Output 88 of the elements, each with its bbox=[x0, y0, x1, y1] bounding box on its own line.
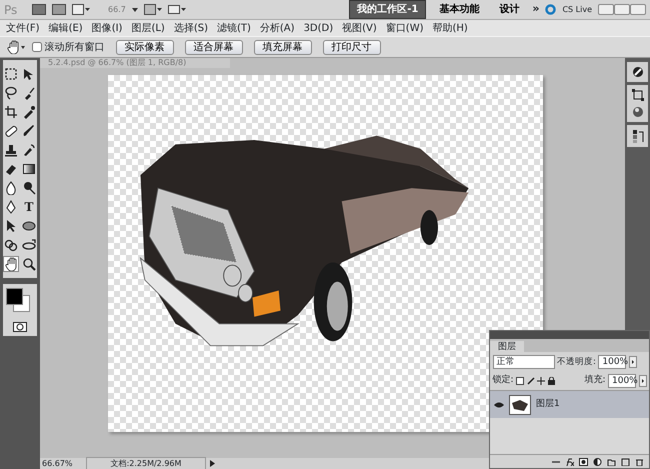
menu-item[interactable]: 图像(I) bbox=[92, 20, 122, 36]
brush-icon bbox=[22, 124, 36, 138]
panel-tab[interactable]: 图层 bbox=[490, 341, 524, 354]
sphere-icon[interactable] bbox=[632, 106, 644, 118]
layer-thumbnail bbox=[509, 394, 531, 414]
lock-icon[interactable] bbox=[548, 377, 555, 385]
opacity-field[interactable]: 100% bbox=[598, 355, 626, 369]
menu-item[interactable]: 分析(A) bbox=[260, 20, 295, 36]
workspace-button[interactable]: 我的工作区-1 bbox=[349, 0, 426, 19]
brush-presets-icon[interactable] bbox=[632, 66, 644, 78]
dodge-icon bbox=[22, 181, 36, 195]
hand-icon[interactable] bbox=[6, 40, 26, 54]
gradient-icon bbox=[22, 162, 36, 176]
hand-icon bbox=[4, 257, 18, 271]
tool-button[interactable] bbox=[3, 85, 19, 101]
tool-button[interactable] bbox=[21, 123, 37, 139]
layer-row[interactable]: 图层1 bbox=[490, 391, 649, 418]
document-info: 文档:2.25M/2.96M bbox=[86, 456, 206, 469]
tool-button[interactable] bbox=[21, 161, 37, 177]
more-workspaces[interactable]: » bbox=[532, 1, 540, 18]
pointer-arrow-icon bbox=[4, 219, 18, 233]
menu-item[interactable]: 选择(S) bbox=[174, 20, 208, 36]
quick-mask-icon[interactable] bbox=[13, 322, 27, 332]
lasso-icon bbox=[4, 86, 18, 100]
cs-live-menu[interactable]: CS Live bbox=[562, 4, 592, 16]
option-button[interactable]: 实际像素 bbox=[116, 40, 174, 54]
fill-label: 填充: bbox=[584, 374, 606, 388]
lock-move-icon[interactable] bbox=[537, 377, 546, 385]
tool-button[interactable] bbox=[21, 180, 37, 196]
lock-label: 锁定: bbox=[492, 374, 514, 388]
eraser-icon bbox=[4, 162, 18, 176]
tool-button[interactable] bbox=[3, 66, 19, 82]
menu-item[interactable]: 帮助(H) bbox=[432, 20, 468, 36]
fx-icon[interactable] bbox=[565, 458, 574, 466]
folder-icon[interactable] bbox=[607, 458, 616, 466]
opacity-label: 不透明度: bbox=[557, 356, 596, 368]
adjustment-icon[interactable] bbox=[593, 458, 602, 466]
bandage-icon bbox=[4, 124, 18, 138]
menu-item[interactable]: 编辑(E) bbox=[48, 20, 83, 36]
minimize-button[interactable] bbox=[598, 4, 614, 15]
option-button[interactable]: 打印尺寸 bbox=[322, 40, 380, 54]
tool-button[interactable] bbox=[3, 104, 19, 120]
checkbox-label: 滚动所有窗口 bbox=[44, 40, 104, 54]
blend-mode-dropdown[interactable]: 正常 bbox=[492, 355, 554, 369]
type-tool[interactable]: T bbox=[21, 199, 37, 215]
marquee-icon bbox=[4, 67, 18, 81]
lock-brush-icon[interactable] bbox=[526, 377, 535, 385]
menu-item[interactable]: 图层(L) bbox=[131, 20, 165, 36]
ellipse-icon bbox=[22, 219, 36, 233]
expand-arrow-icon[interactable] bbox=[210, 460, 215, 467]
menu-item[interactable]: 视图(V) bbox=[342, 20, 377, 36]
menu-item[interactable]: 文件(F) bbox=[6, 20, 40, 36]
color-swatches-icon[interactable] bbox=[5, 287, 31, 313]
dropdown-caret-icon[interactable] bbox=[132, 8, 138, 12]
workspace-button[interactable]: 设计 bbox=[492, 1, 526, 18]
eye-icon[interactable] bbox=[494, 402, 504, 408]
clone-stamp-icon bbox=[4, 143, 18, 157]
menu-item[interactable]: 滤镜(T) bbox=[216, 20, 251, 36]
tool-button[interactable] bbox=[3, 142, 19, 158]
workspace-button[interactable]: 基本功能 bbox=[432, 1, 486, 18]
eyedropper-icon bbox=[22, 105, 36, 119]
zoom-readout[interactable]: 66.67% bbox=[42, 458, 82, 469]
orbit-3d-icon bbox=[22, 238, 36, 252]
fill-field[interactable]: 100% bbox=[608, 374, 636, 388]
rotate-3d-icon bbox=[4, 238, 18, 252]
pen-icon bbox=[4, 200, 18, 214]
drop-icon bbox=[4, 181, 18, 195]
layer-mask-icon[interactable] bbox=[579, 458, 588, 466]
menu-item[interactable]: 3D(D) bbox=[304, 20, 334, 36]
lock-transparency-icon[interactable] bbox=[516, 377, 524, 385]
app-logo: Ps bbox=[4, 2, 18, 18]
tool-button[interactable] bbox=[21, 256, 37, 272]
tool-button[interactable] bbox=[3, 237, 19, 253]
tool-button[interactable] bbox=[3, 256, 19, 272]
scroll-all-checkbox[interactable] bbox=[32, 42, 42, 52]
option-button[interactable]: 填充屏幕 bbox=[254, 40, 312, 54]
layer-name[interactable]: 图层1 bbox=[536, 398, 560, 412]
transform-box-icon[interactable] bbox=[632, 89, 644, 101]
new-layer-icon[interactable] bbox=[621, 458, 630, 466]
close-button[interactable] bbox=[630, 4, 646, 15]
crop-icon bbox=[4, 105, 18, 119]
menu-item[interactable]: 窗口(W) bbox=[386, 20, 424, 36]
tool-button[interactable] bbox=[21, 142, 37, 158]
cs-live-icon[interactable] bbox=[545, 4, 556, 15]
option-button[interactable]: 适合屏幕 bbox=[184, 40, 242, 54]
history-brush-icon bbox=[22, 143, 36, 157]
restore-button[interactable] bbox=[614, 4, 630, 15]
zoom-icon bbox=[22, 257, 36, 271]
